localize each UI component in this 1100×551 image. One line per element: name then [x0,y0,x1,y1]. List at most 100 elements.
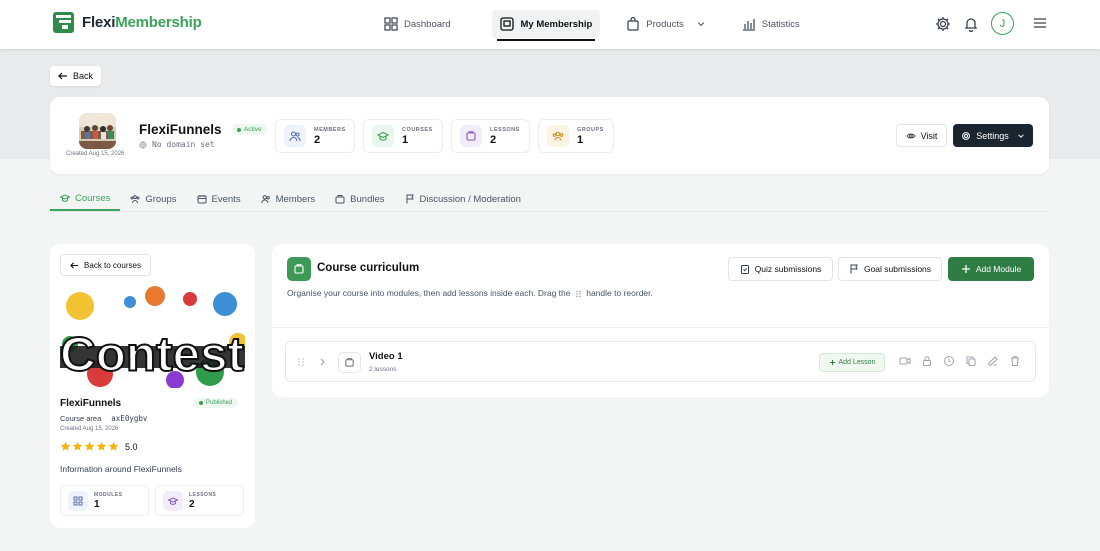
chevron-down-icon [697,22,704,27]
book-icon [294,264,304,274]
module-name: Video 1 [369,351,403,362]
add-module-label: Add Module [975,264,1022,274]
members-stat-icon-wrap [284,125,306,147]
flag-icon [406,194,414,204]
stat-groups-value: 1 [577,133,584,146]
membership-header-card: Created Aug 15, 2026 FlexiFunnels Active… [50,97,1049,174]
tab-events[interactable]: Events [187,187,251,211]
nav-my-membership-label: My Membership [520,18,593,30]
stat-courses: COURSES 1 [363,119,443,153]
users-icon [289,131,301,142]
domain-text: No domain set [152,140,215,149]
settings-button-label: Settings [976,130,1009,141]
course-lessons-stat-icon-wrap [163,490,183,511]
nav-products[interactable]: Products [618,10,714,38]
arrow-left-icon [58,72,67,80]
clipboard-check-icon [740,265,749,274]
copy-icon[interactable] [965,355,977,367]
course-cover-image: Contest [60,284,245,388]
settings-button[interactable]: Settings [953,124,1033,147]
star-icon [96,441,107,451]
add-module-button[interactable]: Add Module [948,257,1034,281]
chart-icon [742,19,755,31]
tab-discussion[interactable]: Discussion / Moderation [395,187,531,211]
bundle-icon [335,195,345,204]
status-badge: Active [231,124,267,136]
arrow-left-icon [70,261,79,269]
cover-image-text: Contest [60,329,244,382]
graduation-cap-icon [168,496,178,505]
tab-courses[interactable]: Courses [50,187,121,211]
tab-events-label: Events [211,193,241,205]
app-logo[interactable]: FlexiMembership [53,12,202,33]
tab-bundles[interactable]: Bundles [325,187,394,211]
users-icon [260,195,270,204]
stat-courses-label: COURSES [402,126,433,133]
tab-groups[interactable]: Groups [120,187,186,211]
nav-products-label: Products [646,18,684,30]
stat-members-value: 2 [314,133,321,146]
goal-submissions-label: Goal submissions [863,264,932,274]
logo-icon [53,12,74,33]
graduation-cap-icon [377,131,389,141]
stat-modules-label: MODULES [94,491,123,498]
nav-dashboard[interactable]: Dashboard [376,10,458,38]
star-icon [84,441,95,451]
video-icon[interactable] [899,355,911,367]
gear-icon [962,131,971,140]
nav-statistics[interactable]: Statistics [734,10,808,38]
dashboard-icon [384,17,398,31]
module-row[interactable]: Video 1 2 lessons Add Lesson [285,341,1036,382]
globe-icon [139,140,147,149]
module-toolbar [899,355,1021,367]
course-area-row: Course area axE0ygbv [60,414,147,423]
trash-icon[interactable] [1009,355,1021,367]
book-icon [345,358,354,367]
membership-tabs: Courses Groups Events Members Bundles Di… [50,187,1049,212]
membership-image [79,113,116,149]
curriculum-title: Course curriculum [317,262,420,274]
curriculum-icon-wrap [287,257,311,281]
gear-icon[interactable] [935,16,951,32]
edit-icon[interactable] [987,355,999,367]
back-to-courses-button[interactable]: Back to courses [60,254,151,276]
nav-dashboard-label: Dashboard [404,18,451,30]
tab-bundles-label: Bundles [350,193,385,205]
top-navbar: FlexiMembership Dashboard My Membership … [0,0,1100,49]
curriculum-card: Course curriculum Organise your course i… [272,244,1049,397]
stat-members-label: MEMBERS [314,126,346,133]
nav-my-membership[interactable]: My Membership [492,10,601,41]
stat-lessons-value: 2 [490,133,497,146]
quiz-submissions-button[interactable]: Quiz submissions [728,257,833,281]
back-button[interactable]: Back [50,66,102,86]
drag-handle-icon [576,290,581,298]
logo-text-part1: Flexi [82,14,116,31]
course-rating: 5.0 [60,441,138,452]
status-badge-label: Active [243,126,262,134]
group-icon [130,195,140,204]
module-lesson-count: 2 lessons [369,366,397,373]
logo-text-part2: Membership [115,14,202,31]
flag-icon [850,264,858,274]
curriculum-desc-part1: Organise your course into modules, then … [287,288,571,298]
grid-icon [73,496,83,505]
lock-icon[interactable] [921,355,933,367]
user-avatar[interactable]: J [991,12,1014,35]
course-created-date: Created Aug 15, 2026 [60,426,119,432]
chevron-right-icon[interactable] [318,357,326,367]
drag-handle-icon[interactable] [297,357,305,367]
add-lesson-label: Add Lesson [838,359,876,366]
add-lesson-button[interactable]: Add Lesson [819,353,885,372]
bell-icon[interactable] [963,16,979,32]
menu-icon[interactable] [1033,16,1047,30]
goal-submissions-button[interactable]: Goal submissions [838,257,942,281]
curriculum-divider [272,327,1049,328]
visit-button[interactable]: Visit [896,124,947,147]
tab-members[interactable]: Members [251,187,326,211]
modules-stat-icon-wrap [68,490,88,511]
star-icon [60,441,71,451]
stat-members: MEMBERS 2 [275,119,355,153]
stat-modules: MODULES 1 [60,485,149,516]
course-area-label: Course area [60,414,102,423]
clock-icon[interactable] [943,355,955,367]
